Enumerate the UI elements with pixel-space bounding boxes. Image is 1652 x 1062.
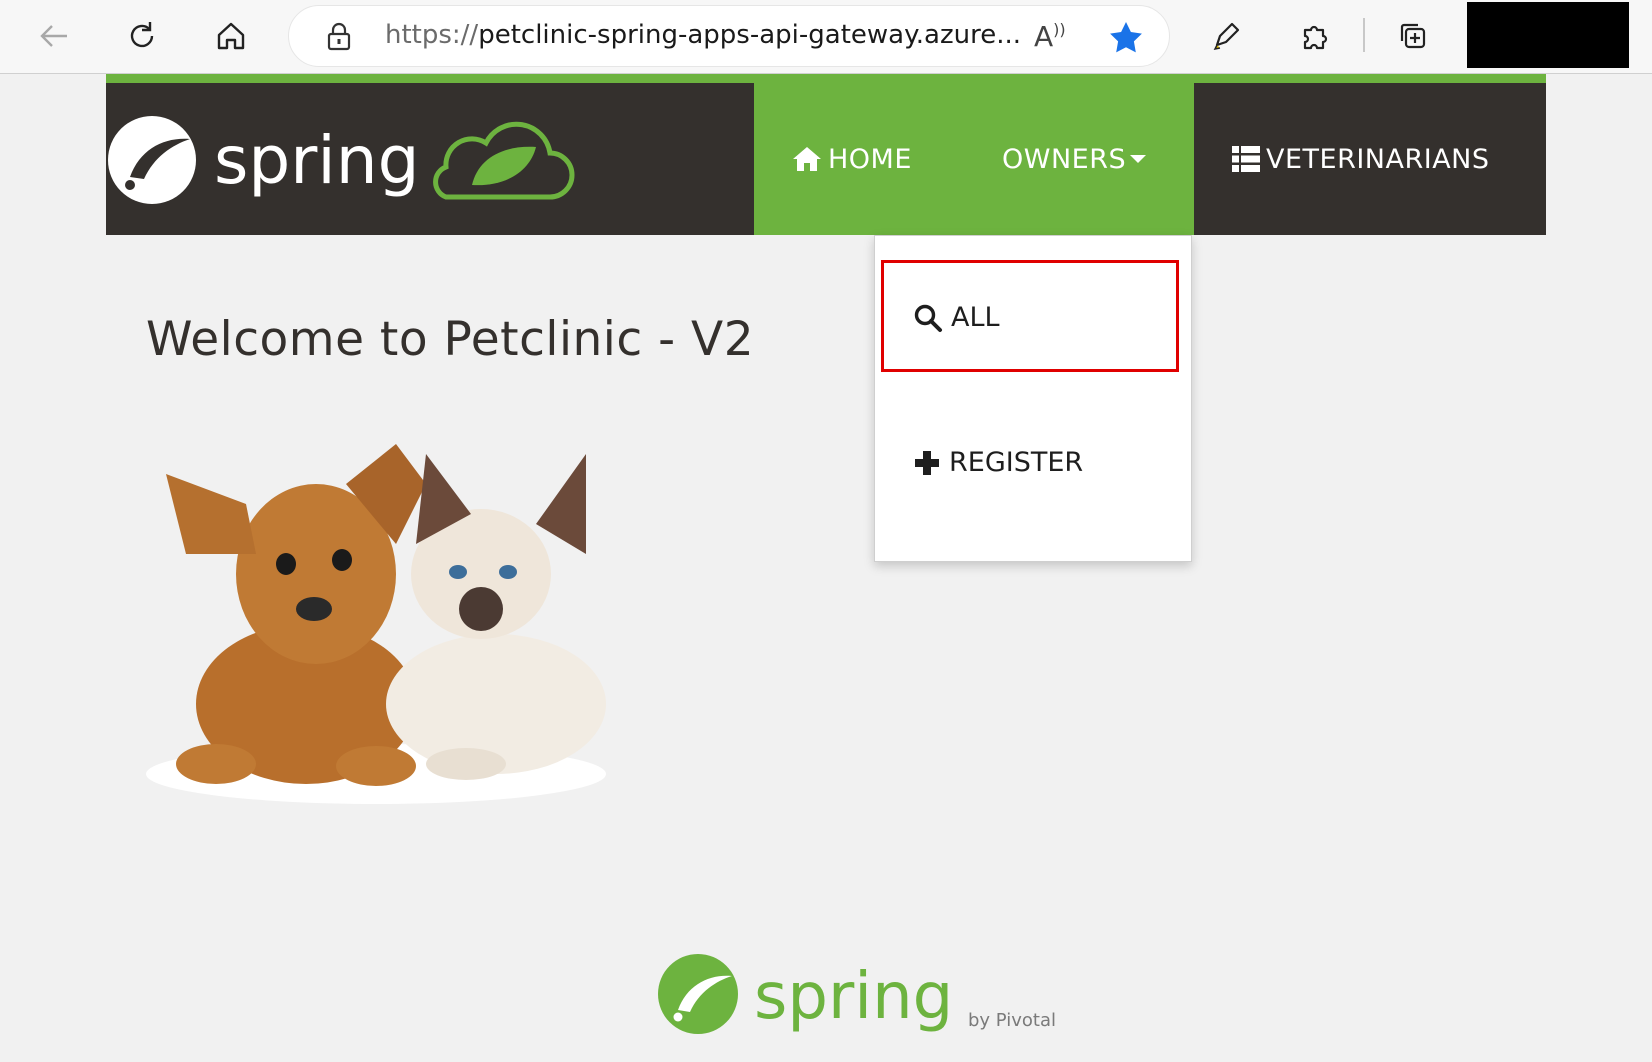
url-protocol: https:// (385, 20, 479, 50)
read-aloud-icon[interactable]: A)) (1034, 20, 1074, 56)
pets-image (146, 444, 606, 804)
collections-button[interactable] (1387, 10, 1439, 62)
refresh-icon (130, 22, 154, 48)
nav-home[interactable]: HOME (792, 83, 912, 235)
footer-brand-text: spring (754, 960, 953, 1034)
collections-icon (1400, 23, 1426, 49)
address-bar[interactable]: https://petclinic-spring-apps-api-gatewa… (288, 5, 1170, 67)
brand-text: spring (214, 122, 419, 199)
menu-item-register[interactable]: REGISTER (913, 447, 1083, 478)
nav-veterinarians-label: VETERINARIANS (1266, 143, 1490, 175)
search-icon (914, 304, 942, 332)
home-icon (217, 22, 245, 50)
home-icon (793, 147, 821, 171)
menu-item-register-label: REGISTER (949, 447, 1084, 478)
browser-toolbar: https://petclinic-spring-apps-api-gatewa… (0, 0, 1652, 74)
nav-veterinarians[interactable]: VETERINARIANS (1232, 83, 1490, 235)
menu-item-all-label: ALL (951, 302, 1000, 333)
page-title: Welcome to Petclinic - V2 (146, 312, 755, 367)
page: spring HOME OWNERS VETERINARIANS ALL REG… (0, 74, 1652, 1062)
back-arrow-icon (40, 25, 67, 47)
star-icon[interactable] (1107, 19, 1145, 57)
owners-dropdown-menu: ALL REGISTER (874, 235, 1192, 562)
list-icon (1232, 146, 1260, 172)
lock-icon[interactable] (325, 22, 353, 52)
extensions-icon (1303, 25, 1328, 50)
back-button[interactable] (28, 10, 80, 62)
home-button[interactable] (205, 10, 257, 62)
toolbar-divider (1363, 18, 1365, 52)
chevron-down-icon (1130, 155, 1147, 163)
spring-logo[interactable]: spring (106, 105, 576, 215)
footer-spring-logo: spring by Pivotal. (658, 954, 1056, 1034)
nav-home-label: HOME (828, 143, 912, 175)
read-aloud-label: A (1034, 20, 1054, 53)
navbar: spring HOME OWNERS VETERINARIANS (106, 74, 1546, 235)
extensions-button[interactable] (1289, 10, 1341, 62)
url-host: petclinic-spring-apps-api-gateway.azure.… (478, 20, 1021, 50)
url-text[interactable]: https://petclinic-spring-apps-api-gatewa… (385, 20, 1021, 50)
plus-icon (915, 450, 939, 475)
menu-item-all[interactable]: ALL (913, 302, 1000, 333)
footer-byline: by Pivotal. (968, 1010, 1056, 1031)
nav-owners[interactable]: OWNERS (1002, 83, 1147, 235)
pen-button[interactable] (1200, 10, 1252, 62)
profile-redacted[interactable] (1467, 2, 1629, 68)
pen-icon (1213, 22, 1240, 51)
refresh-button[interactable] (116, 10, 168, 62)
nav-owners-label: OWNERS (1002, 143, 1127, 175)
